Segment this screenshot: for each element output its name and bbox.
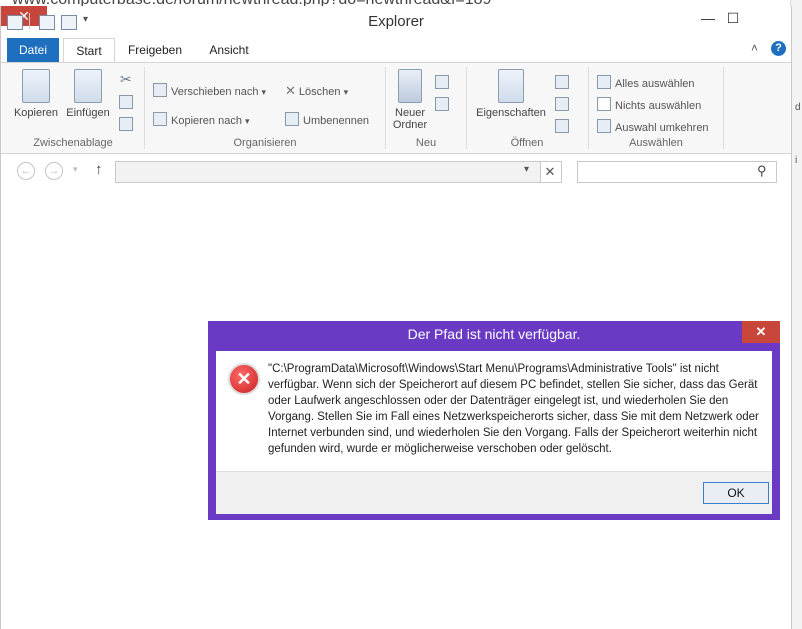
title-bar: ▾ Explorer — ☐ ✕ <box>1 6 791 36</box>
select-all-button[interactable]: Alles auswählen <box>597 75 695 90</box>
group-divider <box>723 67 724 149</box>
address-clear-icon[interactable]: ✕ <box>539 161 562 183</box>
error-dialog: Der Pfad ist nicht verfügbar. ✕ ✕ "C:\Pr… <box>208 321 780 520</box>
paste-icon <box>74 69 102 103</box>
tab-datei[interactable]: Datei <box>7 38 59 62</box>
move-icon <box>153 83 167 97</box>
group-label-auswaehlen: Auswählen <box>629 137 683 149</box>
paste-button[interactable]: Einfügen <box>63 69 113 119</box>
ribbon: Kopieren Einfügen ✂ Zwischenablage Versc… <box>1 62 791 154</box>
search-icon[interactable]: ⚲ <box>757 163 767 179</box>
ribbon-collapse-icon[interactable]: ˄ <box>751 41 758 55</box>
copy-icon <box>22 69 50 103</box>
edit-icon[interactable] <box>555 97 569 111</box>
new-item-icon[interactable] <box>435 75 449 89</box>
new-folder-label-line1: Neuer <box>395 107 425 119</box>
copy-button[interactable]: Kopieren <box>11 69 61 119</box>
dialog-title: Der Pfad ist nicht verfügbar. <box>407 326 581 342</box>
rename-label: Umbenennen <box>303 115 370 127</box>
delete-x-icon: ✕ <box>285 83 296 98</box>
new-folder-button[interactable]: Neuer Ordner <box>389 69 431 131</box>
paste-label: Einfügen <box>66 107 110 119</box>
rename-icon <box>285 112 299 126</box>
chevron-down-icon: ▾ <box>245 116 250 126</box>
maximize-button[interactable]: ☐ <box>719 8 747 28</box>
invert-selection-button[interactable]: Auswahl umkehren <box>597 119 709 134</box>
copy-to-label: Kopieren nach <box>171 115 242 127</box>
paste-shortcut-icon[interactable] <box>119 117 133 131</box>
address-dropdown-icon[interactable]: ▾ <box>524 164 529 175</box>
group-label-zwischenablage: Zwischenablage <box>33 137 113 149</box>
easy-access-icon[interactable] <box>435 97 449 111</box>
group-label-neu: Neu <box>415 137 437 149</box>
select-none-icon <box>597 97 611 111</box>
error-icon: ✕ <box>228 363 260 395</box>
window-title: Explorer <box>368 13 424 30</box>
ribbon-tabs: Datei Start Freigeben Ansicht <box>1 38 791 64</box>
forward-arrow-icon[interactable]: → <box>45 162 63 180</box>
background-fragment: d <box>795 102 801 113</box>
up-arrow-icon[interactable]: ↑ <box>95 161 103 178</box>
select-none-button[interactable]: Nichts auswählen <box>597 97 701 112</box>
dialog-body: ✕ "C:\ProgramData\Microsoft\Windows\Star… <box>216 351 772 471</box>
tab-start[interactable]: Start <box>63 38 115 64</box>
properties-button[interactable]: Eigenschaften <box>471 69 551 119</box>
tab-freigeben[interactable]: Freigeben <box>121 38 189 62</box>
new-folder-label-line2: Ordner <box>392 119 428 131</box>
copy-label: Kopieren <box>13 107 59 119</box>
copy-to-button[interactable]: Kopieren nach ▾ <box>153 112 250 127</box>
history-icon[interactable] <box>555 119 569 133</box>
dialog-close-button[interactable]: ✕ <box>742 321 780 343</box>
select-none-label: Nichts auswählen <box>615 100 702 112</box>
help-icon[interactable]: ? <box>771 41 786 56</box>
address-row: ← → ▾ ↑ ▾ ✕ ⚲ <box>1 153 791 189</box>
new-folder-icon <box>398 69 422 103</box>
back-arrow-icon[interactable]: ← <box>17 162 35 180</box>
dialog-footer: OK <box>216 471 772 514</box>
search-input[interactable] <box>577 161 777 183</box>
cut-icon[interactable]: ✂ <box>120 71 132 88</box>
explorer-window: ▾ Explorer — ☐ ✕ Datei Start Freigeben A… <box>0 6 792 629</box>
chevron-down-icon: ▾ <box>343 87 349 97</box>
invert-selection-label: Auswahl umkehren <box>615 122 709 134</box>
group-label-oeffnen: Öffnen <box>510 137 544 149</box>
address-bar[interactable]: ▾ <box>115 161 541 183</box>
rename-button[interactable]: Umbenennen <box>285 112 369 127</box>
tab-ansicht[interactable]: Ansicht <box>201 38 257 62</box>
open-icon[interactable] <box>555 75 569 89</box>
properties-icon <box>498 69 524 103</box>
move-label: Verschieben nach <box>171 86 259 98</box>
ok-button[interactable]: OK <box>703 482 769 504</box>
chevron-down-icon: ▾ <box>261 87 267 97</box>
select-all-icon <box>597 75 611 89</box>
properties-label: Eigenschaften <box>476 107 546 119</box>
delete-label: Löschen <box>298 86 341 98</box>
move-to-button[interactable]: Verschieben nach ▾ <box>153 83 266 98</box>
invert-selection-icon <box>597 119 611 133</box>
copy-to-icon <box>153 112 167 126</box>
recent-locations-chevron-icon[interactable]: ▾ <box>73 164 78 175</box>
dialog-message: "C:\ProgramData\Microsoft\Windows\Start … <box>268 363 759 455</box>
copy-path-icon[interactable] <box>119 95 133 109</box>
group-label-organisieren: Organisieren <box>233 137 297 149</box>
select-all-label: Alles auswählen <box>615 78 695 90</box>
delete-button[interactable]: ✕ Löschen ▾ <box>285 83 348 99</box>
background-fragment: i <box>795 155 798 166</box>
